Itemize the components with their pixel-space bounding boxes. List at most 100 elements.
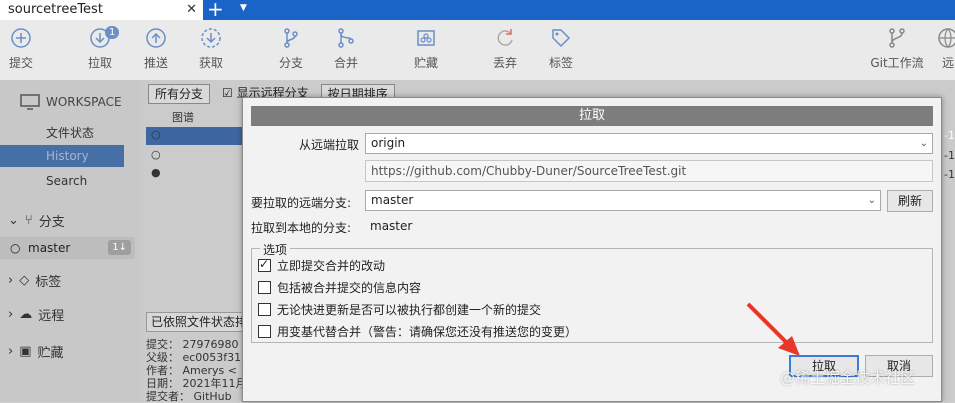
fetch-label: 获取 xyxy=(198,56,223,70)
push-label: 推送 xyxy=(143,56,168,70)
branch-icon: ⑂ xyxy=(24,213,33,228)
stash-label: 贮藏 xyxy=(413,56,438,70)
annotation-arrow-icon xyxy=(746,302,800,356)
selected-commit-row[interactable] xyxy=(146,127,246,145)
plus-circle-icon xyxy=(11,28,31,48)
option-no-fast-forward[interactable]: 无论快进更新是否可以被执行都创建一个新的提交 xyxy=(258,301,541,318)
pull-label: 拉取 xyxy=(87,56,112,70)
chevron-down-icon: ⌄ xyxy=(8,213,19,228)
options-group: 选项 立即提交合并的改动 包括被合并提交的信息内容 无论快进更新是否可以被执行都… xyxy=(251,241,933,343)
current-branch-icon: ○ xyxy=(10,241,21,255)
commit-node-icon: ○ xyxy=(151,128,161,141)
sidebar-group-stashes[interactable]: › ▣ 贮藏 xyxy=(8,342,64,361)
repo-tab[interactable]: sourcetreeTest ✕ xyxy=(0,0,203,20)
options-legend: 选项 xyxy=(260,241,291,258)
checkbox[interactable] xyxy=(258,257,271,272)
sidebar-item-file-status[interactable]: 文件状态 xyxy=(46,124,94,141)
option-label: 立即提交合并的改动 xyxy=(277,259,386,273)
fetch-button[interactable]: 获取 xyxy=(186,26,236,71)
merge-button[interactable]: 合并 xyxy=(321,26,371,71)
tag-label: 标签 xyxy=(548,56,573,70)
tag-icon xyxy=(552,29,571,48)
option-include-messages[interactable]: 包括被合并提交的信息内容 xyxy=(258,279,421,296)
branch-filter-select[interactable]: 所有分支 xyxy=(148,84,211,104)
tag-button[interactable]: 标签 xyxy=(536,26,586,71)
option-label: 无论快进更新是否可以被执行都创建一个新的提交 xyxy=(277,303,542,317)
commit-button[interactable]: 提交 xyxy=(0,26,46,71)
option-commit-merged[interactable]: 立即提交合并的改动 xyxy=(258,257,385,274)
checkbox[interactable] xyxy=(258,281,271,294)
row-mark: -1 xyxy=(944,149,955,162)
discard-label: 丢弃 xyxy=(492,56,517,70)
tab-menu-icon[interactable]: ▼ xyxy=(240,3,247,13)
local-branch-label: 拉取到本地的分支: xyxy=(251,221,352,235)
sidebar-item-branch-master[interactable]: ○ master 1↓ xyxy=(0,237,135,259)
sidebar-group-tags[interactable]: › ◇ 标签 xyxy=(8,271,61,290)
sidebar: WORKSPACE 文件状态 History Search ⌄ ⑂ 分支 ○ m… xyxy=(0,80,140,402)
stashes-label: 贮藏 xyxy=(37,346,64,361)
pull-count-badge: 1 xyxy=(105,26,120,39)
branch-button[interactable]: 分支 xyxy=(266,26,316,71)
gitflow-icon xyxy=(889,28,905,48)
option-rebase[interactable]: 用变基代替合并（警告：请确保您还没有推送您的变更） xyxy=(258,323,577,340)
commit-label: 提交 xyxy=(8,56,33,70)
sidebar-item-search[interactable]: Search xyxy=(46,174,87,188)
workspace-header: WORKSPACE xyxy=(20,94,122,110)
discard-button[interactable]: 丢弃 xyxy=(480,26,530,71)
watermark: @稀土掘金技术社区 xyxy=(780,369,916,387)
remote-branch-value: master xyxy=(371,193,414,207)
local-branch-value: master xyxy=(370,219,413,233)
remote-branch-label: 要拉取的远端分支: xyxy=(251,196,352,210)
chevron-down-icon: ⌄ xyxy=(919,138,928,149)
discard-icon xyxy=(497,29,513,46)
remote-select-value: origin xyxy=(371,136,406,150)
checkbox[interactable] xyxy=(258,325,271,338)
globe-icon xyxy=(938,28,955,48)
monitor-icon xyxy=(20,94,40,110)
pull-dialog: 拉取 从远端拉取 origin ⌄ https://github.com/Chu… xyxy=(242,97,942,402)
remote-label: 远 xyxy=(941,56,954,70)
chevron-right-icon: › xyxy=(8,273,14,288)
graph-column-header: 图谱 xyxy=(172,111,194,124)
branch-icon xyxy=(284,28,298,48)
chevron-down-icon: ⌄ xyxy=(867,195,876,206)
sidebar-group-branches[interactable]: ⌄ ⑂ 分支 xyxy=(8,211,65,230)
remote-url-field: https://github.com/Chubby-Duner/SourceTr… xyxy=(365,160,933,182)
remote-select[interactable]: origin ⌄ xyxy=(365,133,933,154)
sidebar-group-remotes[interactable]: › ☁ 远程 xyxy=(8,305,64,324)
chevron-right-icon: › xyxy=(8,307,14,322)
stash-icon xyxy=(417,30,435,46)
pull-button[interactable]: 1 拉取 xyxy=(75,26,125,71)
checkbox[interactable] xyxy=(258,303,271,316)
branch-label: 分支 xyxy=(278,56,303,70)
option-label: 用变基代替合并（警告：请确保您还没有推送您的变更） xyxy=(277,325,578,339)
tab-bar: sourcetreeTest ✕ + ▼ xyxy=(0,0,955,20)
merge-label: 合并 xyxy=(333,56,358,70)
toolbar: 提交 1 拉取 推送 获取 分支 合并 贮藏 丢弃 标签 Git工作流 远 xyxy=(0,20,955,80)
push-button[interactable]: 推送 xyxy=(131,26,181,71)
workspace-label: WORKSPACE xyxy=(46,95,122,109)
branch-name: master xyxy=(28,241,71,255)
from-remote-label: 从远端拉取 xyxy=(299,138,360,152)
remote-button[interactable]: 远 xyxy=(933,26,955,71)
remote-branch-select[interactable]: master ⌄ xyxy=(365,190,881,211)
file-sort-select[interactable]: 已依照文件状态排 xyxy=(146,312,248,332)
commit-node-icon: ● xyxy=(151,166,161,179)
chevron-right-icon: › xyxy=(8,344,14,359)
remotes-label: 远程 xyxy=(38,309,65,324)
behind-count-badge: 1↓ xyxy=(108,240,131,255)
row-mark: -1 xyxy=(944,129,955,142)
gitflow-button[interactable]: Git工作流 xyxy=(866,26,928,71)
push-icon xyxy=(146,28,166,48)
tags-label: 标签 xyxy=(35,275,62,290)
refresh-button[interactable]: 刷新 xyxy=(887,190,933,212)
tag-icon: ◇ xyxy=(19,273,30,288)
sidebar-item-history[interactable]: History xyxy=(0,145,124,167)
close-icon[interactable]: ✕ xyxy=(186,0,197,20)
stash-icon: ▣ xyxy=(19,344,32,359)
stash-button[interactable]: 贮藏 xyxy=(401,26,451,71)
row-mark: -1 xyxy=(944,168,955,181)
merge-icon xyxy=(338,28,354,48)
add-tab-icon[interactable]: + xyxy=(207,0,224,20)
option-label: 包括被合并提交的信息内容 xyxy=(277,281,422,295)
